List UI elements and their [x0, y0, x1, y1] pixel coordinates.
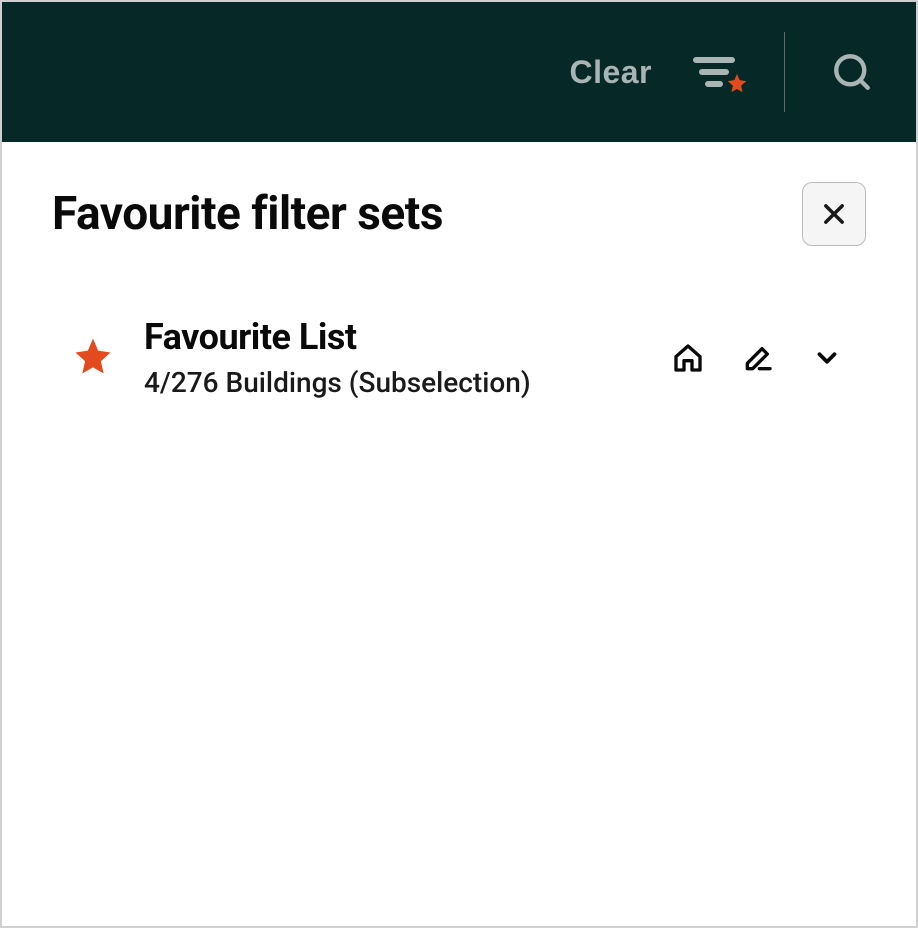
star-icon — [726, 72, 748, 94]
filter-favourites-button[interactable] — [682, 48, 746, 96]
title-row: Favourite filter sets — [52, 182, 866, 246]
filter-set-actions — [668, 338, 846, 378]
favourite-star-icon — [72, 335, 114, 381]
search-button[interactable] — [823, 43, 881, 101]
filter-set-title: Favourite List — [144, 316, 638, 358]
app-header: Clear — [2, 2, 916, 142]
filter-set-subtitle: 4/276 Buildings (Subselection) — [144, 366, 638, 399]
filter-set-item: Favourite List 4/276 Buildings (Subselec… — [52, 316, 866, 399]
filter-set-text: Favourite List 4/276 Buildings (Subselec… — [144, 316, 638, 399]
header-divider — [784, 32, 785, 112]
main-content: Favourite filter sets Favourite List 4/2… — [2, 142, 916, 439]
home-button[interactable] — [668, 338, 708, 378]
home-icon — [672, 342, 704, 374]
edit-icon — [742, 342, 774, 374]
chevron-down-icon — [812, 343, 842, 373]
clear-button[interactable]: Clear — [569, 54, 652, 91]
page-title: Favourite filter sets — [52, 187, 443, 241]
close-button[interactable] — [802, 182, 866, 246]
close-icon — [820, 200, 848, 228]
expand-button[interactable] — [808, 339, 846, 377]
search-icon — [831, 51, 873, 93]
edit-button[interactable] — [738, 338, 778, 378]
